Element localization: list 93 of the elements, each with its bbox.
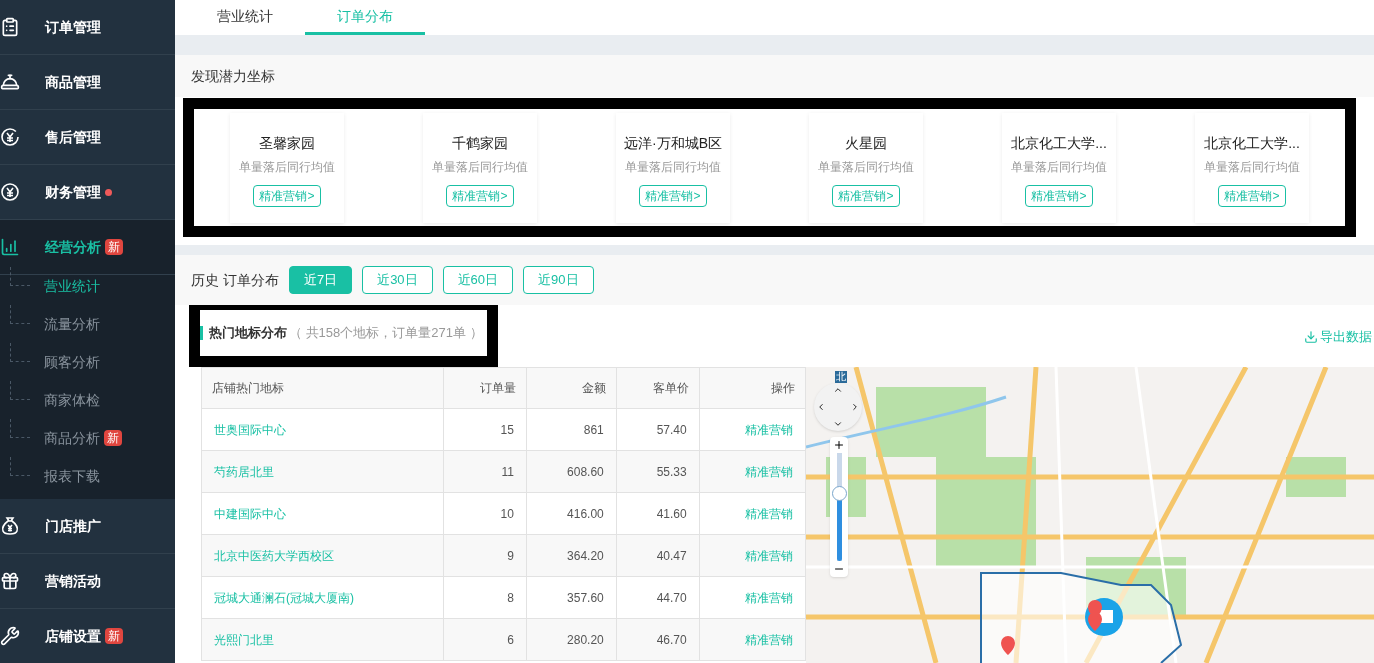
menu-label: 经营分析 [45,237,101,257]
marketing-link[interactable]: 精准营销 [745,548,793,563]
table-cell: 11 [443,450,527,493]
table-cell: 416.00 [526,492,617,535]
landmark-name: 北京化工大学... [1011,133,1107,153]
landmark-note: 单量落后同行均值 [1011,158,1107,176]
table-cell: 10 [443,492,527,535]
wrench-icon [0,626,20,646]
compass-label: 北 [835,371,847,383]
submenu-item[interactable]: 商品分析 [44,427,100,449]
zoom-thumb[interactable] [831,486,847,502]
landmark-link[interactable]: 光熙门北里 [214,632,274,647]
table-cell: 41.60 [616,492,700,535]
marketing-link[interactable]: 精准营销 [745,464,793,479]
marketing-link[interactable]: 精准营销 [745,422,793,437]
menu-label: 财务管理 [45,182,101,202]
landmark-note: 单量落后同行均值 [432,158,528,176]
yen-circle-icon [0,182,20,202]
table-cell: 8 [443,576,527,619]
landmark-name: 圣馨家园 [259,133,315,153]
marketing-link[interactable]: 精准营销 [745,590,793,605]
table-cell: 364.20 [526,534,617,577]
download-icon [1304,329,1318,344]
table-cell: 9 [443,534,527,577]
history-label: 历史 订单分布 [191,270,279,290]
menu-label: 订单管理 [45,17,101,37]
column-header: 金额 [526,367,617,409]
table-cell: 861 [526,408,617,451]
period-button[interactable]: 近7日 [288,266,353,294]
hot-title: 热门地标分布 [209,324,287,343]
menu-label: 门店推广 [45,516,101,536]
sidebar-item[interactable]: 经营分析 新 [0,220,175,275]
landmark-name: 火星园 [845,133,887,153]
period-button[interactable]: 近60日 [442,266,514,294]
export-link[interactable]: 导出数据 [1304,327,1372,347]
menu-label: 商品管理 [45,72,101,92]
marketing-link[interactable]: 精准营销 [745,506,793,521]
table-cell: 15 [443,408,527,451]
landmark-note: 单量落后同行均值 [1204,158,1300,176]
new-badge: 新 [105,628,123,644]
landmark-note: 单量落后同行均值 [625,158,721,176]
zoom-in-icon[interactable] [833,439,845,451]
tab[interactable]: 订单分布 [305,0,425,35]
landmark-name: 远洋·万和城B区 [624,133,722,153]
marketing-button[interactable]: 精准营销> [446,184,514,207]
landmark-note: 单量落后同行均值 [818,158,914,176]
table-cell: 57.40 [616,408,700,451]
column-header: 店铺热门地标 [201,367,444,409]
column-header: 客单价 [616,367,700,409]
landmark-link[interactable]: 世奥国际中心 [214,422,286,437]
table-cell: 55.33 [616,450,700,493]
yen-refresh-icon [0,127,20,147]
table-cell: 6 [443,618,527,661]
tab[interactable]: 营业统计 [185,0,305,35]
menu-label: 售后管理 [45,127,101,147]
marketing-link[interactable]: 精准营销 [745,632,793,647]
period-button[interactable]: 近30日 [362,266,433,294]
landmark-link[interactable]: 北京中医药大学西校区 [214,548,334,563]
cloche-icon [0,72,20,92]
landmark-name: 千鹤家园 [452,133,508,153]
table-cell: 357.60 [526,576,617,619]
column-header: 订单量 [443,367,527,409]
submenu-item[interactable]: 商家体检 [44,389,100,411]
submenu-item[interactable]: 顾客分析 [44,351,100,373]
new-badge: 新 [105,239,123,255]
marketing-button[interactable]: 精准营销> [832,184,900,207]
clipboard-icon [0,17,20,37]
submenu-item[interactable]: 营业统计 [44,275,100,297]
menu-label: 营销活动 [45,571,101,591]
chart-icon [0,237,20,257]
money-bag-icon [0,516,20,536]
period-button[interactable]: 近90日 [523,266,594,294]
section-title: 发现潜力坐标 [191,66,275,86]
table-cell: 46.70 [616,618,700,661]
hot-summary: （ 共158个地标，订单量271单 ） [289,324,483,343]
landmark-name: 北京化工大学... [1204,133,1300,153]
submenu-item[interactable]: 流量分析 [44,313,100,335]
column-header: 操作 [699,367,806,409]
new-badge: 新 [104,430,122,446]
table-cell: 40.47 [616,534,700,577]
landmark-link[interactable]: 芍药居北里 [214,464,274,479]
menu-label: 店铺设置 [45,626,101,646]
landmark-link[interactable]: 中建国际中心 [214,506,286,521]
marketing-button[interactable]: 精准营销> [1218,184,1286,207]
marketing-button[interactable]: 精准营销> [1025,184,1093,207]
table-cell: 608.60 [526,450,617,493]
landmark-note: 单量落后同行均值 [239,158,335,176]
table-cell: 44.70 [616,576,700,619]
marketing-button[interactable]: 精准营销> [253,184,321,207]
gift-icon [0,571,20,591]
table-cell: 280.20 [526,618,617,661]
submenu-item[interactable]: 报表下载 [44,465,100,487]
marketing-button[interactable]: 精准营销> [639,184,707,207]
